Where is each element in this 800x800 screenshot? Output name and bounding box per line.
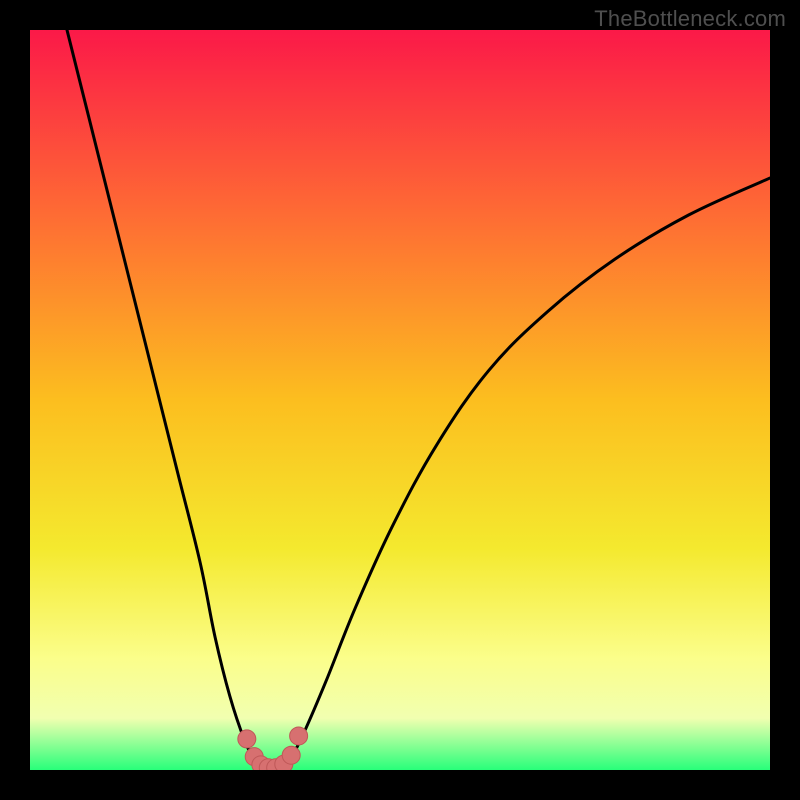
gradient-background [30,30,770,770]
watermark-text: TheBottleneck.com [594,6,786,32]
sweet-spot-marker [238,730,256,748]
bottleneck-chart [30,30,770,770]
sweet-spot-marker [290,727,308,745]
chart-frame [30,30,770,770]
sweet-spot-marker [282,746,300,764]
